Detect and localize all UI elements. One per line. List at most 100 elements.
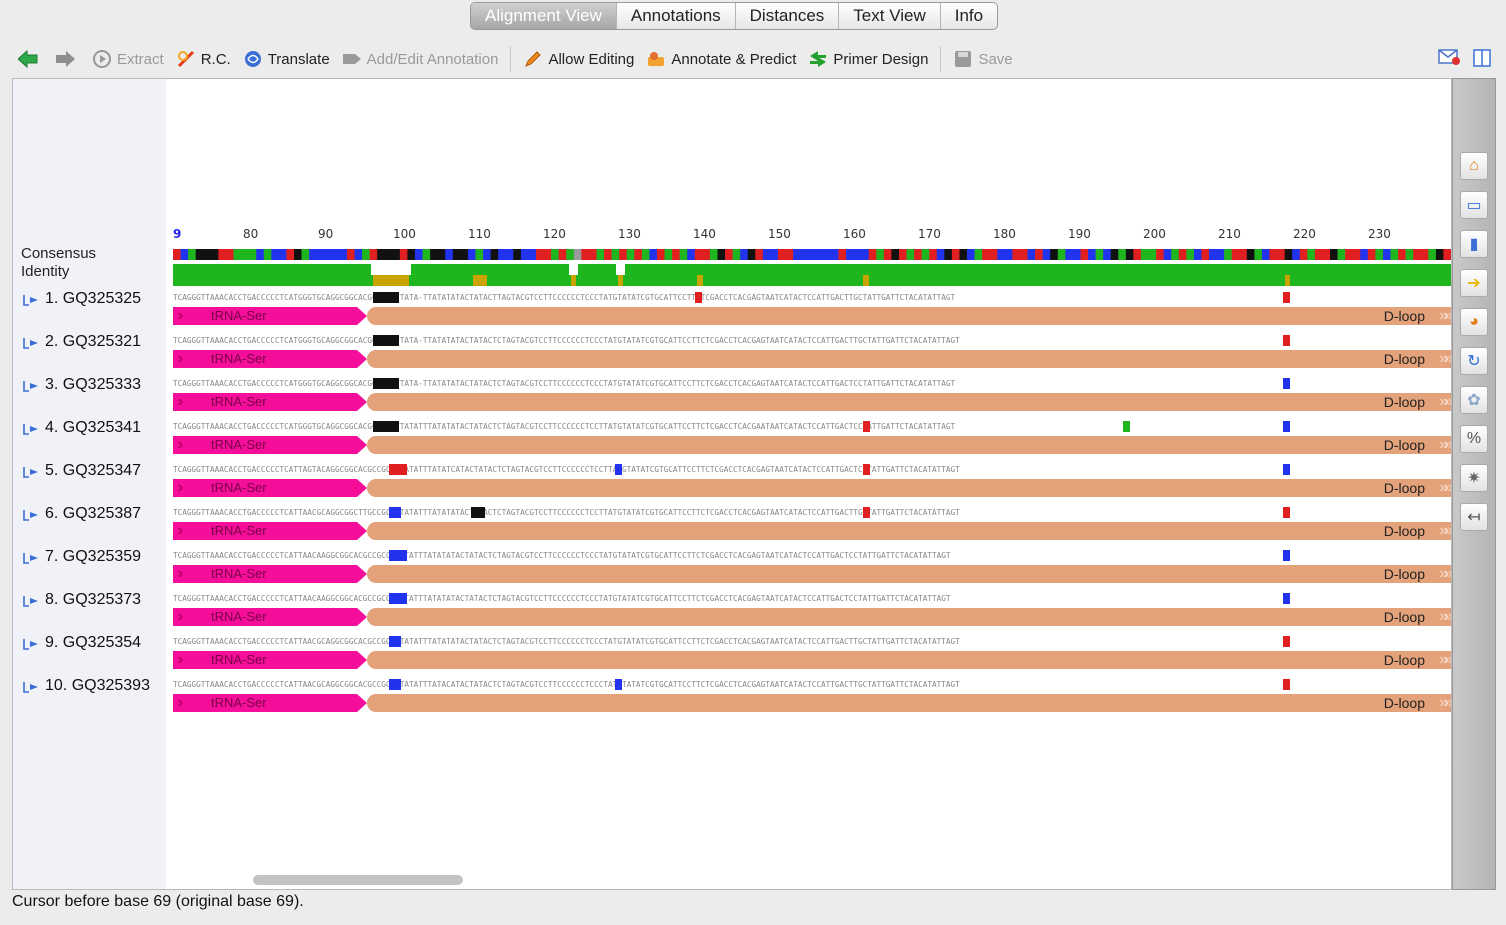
sequence-arrow-icon[interactable] [23, 422, 39, 435]
sequence-name-row[interactable]: 10. GQ325393 [23, 677, 150, 695]
sequence-row[interactable]: TCAGGGTTAAACACCTGACCCCCTCATTAGTACAGGCGGC… [173, 463, 1451, 477]
d-loop-label: D-loop [1383, 523, 1425, 539]
sequence-name-row[interactable]: 4. GQ325341 [23, 419, 141, 437]
d-loop-annotation[interactable]: D-loop »» [367, 694, 1451, 712]
side-panel-button[interactable]: ▭ [1459, 190, 1489, 220]
extract-button[interactable]: Extract [86, 44, 170, 74]
annotate-predict-button[interactable]: Annotate & Predict [640, 44, 802, 74]
tab-annotations[interactable]: Annotations [615, 3, 735, 29]
d-loop-annotation[interactable]: D-loop »» [367, 522, 1451, 540]
base-difference-highlight [863, 507, 870, 518]
trna-ser-annotation[interactable]: ›› tRNA-Ser [173, 307, 367, 325]
base-difference-highlight [1283, 593, 1290, 604]
d-loop-annotation[interactable]: D-loop »» [367, 565, 1451, 583]
trna-ser-annotation[interactable]: ›› tRNA-Ser [173, 436, 367, 454]
sequence-name-row[interactable]: 5. GQ325347 [23, 462, 141, 480]
side-panel-button[interactable]: ✷ [1459, 463, 1489, 493]
d-loop-annotation[interactable]: D-loop »» [367, 608, 1451, 626]
sequence-name-row[interactable]: 2. GQ325321 [23, 333, 141, 351]
tab-alignment-view[interactable]: Alignment View [471, 3, 616, 29]
consensus-base [687, 249, 696, 260]
sequence-row[interactable]: TCAGGGTTAAACACCTGACCCCCTCATGGGTGCAGGCGGC… [173, 377, 1451, 391]
identity-graph [173, 264, 1451, 286]
side-panel-button[interactable]: ◕ [1459, 307, 1489, 337]
consensus-base [528, 249, 537, 260]
sequence-arrow-icon[interactable] [23, 336, 39, 349]
sequence-bases: TCAGGGTTAAACACCTGACCCCCTCATTAACGCAGGCGGC… [173, 508, 960, 517]
consensus-base [263, 249, 272, 260]
sequence-arrow-icon[interactable] [23, 594, 39, 607]
d-loop-annotation[interactable]: D-loop »» [367, 350, 1451, 368]
translate-button[interactable]: Translate [237, 44, 336, 74]
sequence-arrow-icon[interactable] [23, 680, 39, 693]
email-icon[interactable] [1438, 48, 1460, 73]
d-loop-annotation[interactable]: D-loop »» [367, 393, 1451, 411]
primer-design-button[interactable]: Primer Design [802, 44, 934, 74]
consensus-base [777, 249, 786, 260]
tab-distances[interactable]: Distances [734, 3, 839, 29]
trna-label: tRNA-Ser [211, 523, 267, 538]
consensus-base [1171, 249, 1180, 260]
trna-ser-annotation[interactable]: ›› tRNA-Ser [173, 522, 367, 540]
d-loop-annotation[interactable]: D-loop »» [367, 651, 1451, 669]
side-panel-button[interactable]: ▮ [1459, 229, 1489, 259]
sequence-bases: TCAGGGTTAAACACCTGACCCCCTCATTAACAAGGCGGCA… [173, 594, 951, 603]
tab-info[interactable]: Info [939, 3, 997, 29]
refresh-icon: ↻ [1460, 347, 1488, 375]
consensus-base [392, 249, 401, 260]
sequence-name-row[interactable]: 3. GQ325333 [23, 376, 141, 394]
allow-editing-button[interactable]: Allow Editing [517, 44, 640, 74]
consensus-base [520, 249, 529, 260]
chevron-right-icon: »» [1439, 694, 1451, 711]
trna-ser-annotation[interactable]: ›› tRNA-Ser [173, 651, 367, 669]
trna-ser-annotation[interactable]: ›› tRNA-Ser [173, 393, 367, 411]
sequence-arrow-icon[interactable] [23, 465, 39, 478]
allow-editing-label: Allow Editing [548, 50, 635, 68]
sequence-arrow-icon[interactable] [23, 551, 39, 564]
d-loop-annotation[interactable]: D-loop »» [367, 436, 1451, 454]
sequence-row[interactable]: TCAGGGTTAAACACCTGACCCCCTCATGGGTGCAGGCGGC… [173, 334, 1451, 348]
sequence-row[interactable]: TCAGGGTTAAACACCTGACCCCCTCATTAACGCAGGCGGC… [173, 678, 1451, 692]
sequence-name-row[interactable]: 9. GQ325354 [23, 634, 141, 652]
side-panel-button[interactable]: % [1459, 424, 1489, 454]
side-panel-button[interactable]: ✿ [1459, 385, 1489, 415]
sequence-name-row[interactable]: 8. GQ325373 [23, 591, 141, 609]
sequence-arrow-icon[interactable] [23, 508, 39, 521]
side-panel-button[interactable]: ⌂ [1459, 151, 1489, 181]
sequence-arrow-icon[interactable] [23, 379, 39, 392]
consensus-base [1337, 249, 1346, 260]
side-panel-button[interactable]: ↻ [1459, 346, 1489, 376]
base-difference-highlight [1283, 421, 1290, 432]
sequence-row[interactable]: TCAGGGTTAAACACCTGACCCCCTCATTAACAAGGCGGCA… [173, 592, 1451, 606]
sequence-row[interactable]: TCAGGGTTAAACACCTGACCCCCTCATGGGTGCAGGCGGC… [173, 420, 1451, 434]
sequence-row[interactable]: TCAGGGTTAAACACCTGACCCCCTCATTAACAAGGCGGCA… [173, 549, 1451, 563]
trna-ser-annotation[interactable]: ›› tRNA-Ser [173, 565, 367, 583]
trna-label: tRNA-Ser [211, 437, 267, 452]
tab-text-view[interactable]: Text View [838, 3, 939, 29]
save-button[interactable]: Save [947, 44, 1018, 74]
trna-ser-annotation[interactable]: ›› tRNA-Ser [173, 350, 367, 368]
d-loop-annotation[interactable]: D-loop »» [367, 307, 1451, 325]
sequence-row[interactable]: TCAGGGTTAAACACCTGACCCCCTCATTAACGCAGGCGGC… [173, 506, 1451, 520]
side-panel-button[interactable]: ➔ [1459, 268, 1489, 298]
sequence-name-row[interactable]: 6. GQ325387 [23, 505, 141, 523]
alignment-panel[interactable]: Consensus Identity 9 80 90 100 110 120 130 140 1… [12, 78, 1452, 890]
side-panel-button[interactable]: ↤ [1459, 502, 1489, 532]
trna-ser-annotation[interactable]: ›› tRNA-Ser [173, 608, 367, 626]
d-loop-annotation[interactable]: D-loop »» [367, 479, 1451, 497]
sequence-row[interactable]: TCAGGGTTAAACACCTGACCCCCTCATTAACGCAGGCGGC… [173, 635, 1451, 649]
split-view-icon[interactable] [1472, 48, 1492, 73]
sequence-arrow-icon[interactable] [23, 637, 39, 650]
sequence-name-row[interactable]: 7. GQ325359 [23, 548, 141, 566]
forward-button[interactable] [49, 44, 86, 74]
add-edit-annotation-button[interactable]: Add/Edit Annotation [336, 44, 505, 74]
chevron-right-icon: ›› [177, 307, 183, 324]
trna-ser-annotation[interactable]: ›› tRNA-Ser [173, 479, 367, 497]
horizontal-scrollbar[interactable] [253, 875, 463, 885]
trna-ser-annotation[interactable]: ›› tRNA-Ser [173, 694, 367, 712]
sequence-row[interactable]: TCAGGGTTAAACACCTGACCCCCTCATGGGTGCAGGCGGC… [173, 291, 1451, 305]
back-button[interactable] [12, 44, 49, 74]
sequence-name-row[interactable]: 1. GQ325325 [23, 290, 141, 308]
reverse-complement-button[interactable]: R.C. [170, 44, 237, 74]
sequence-arrow-icon[interactable] [23, 293, 39, 306]
